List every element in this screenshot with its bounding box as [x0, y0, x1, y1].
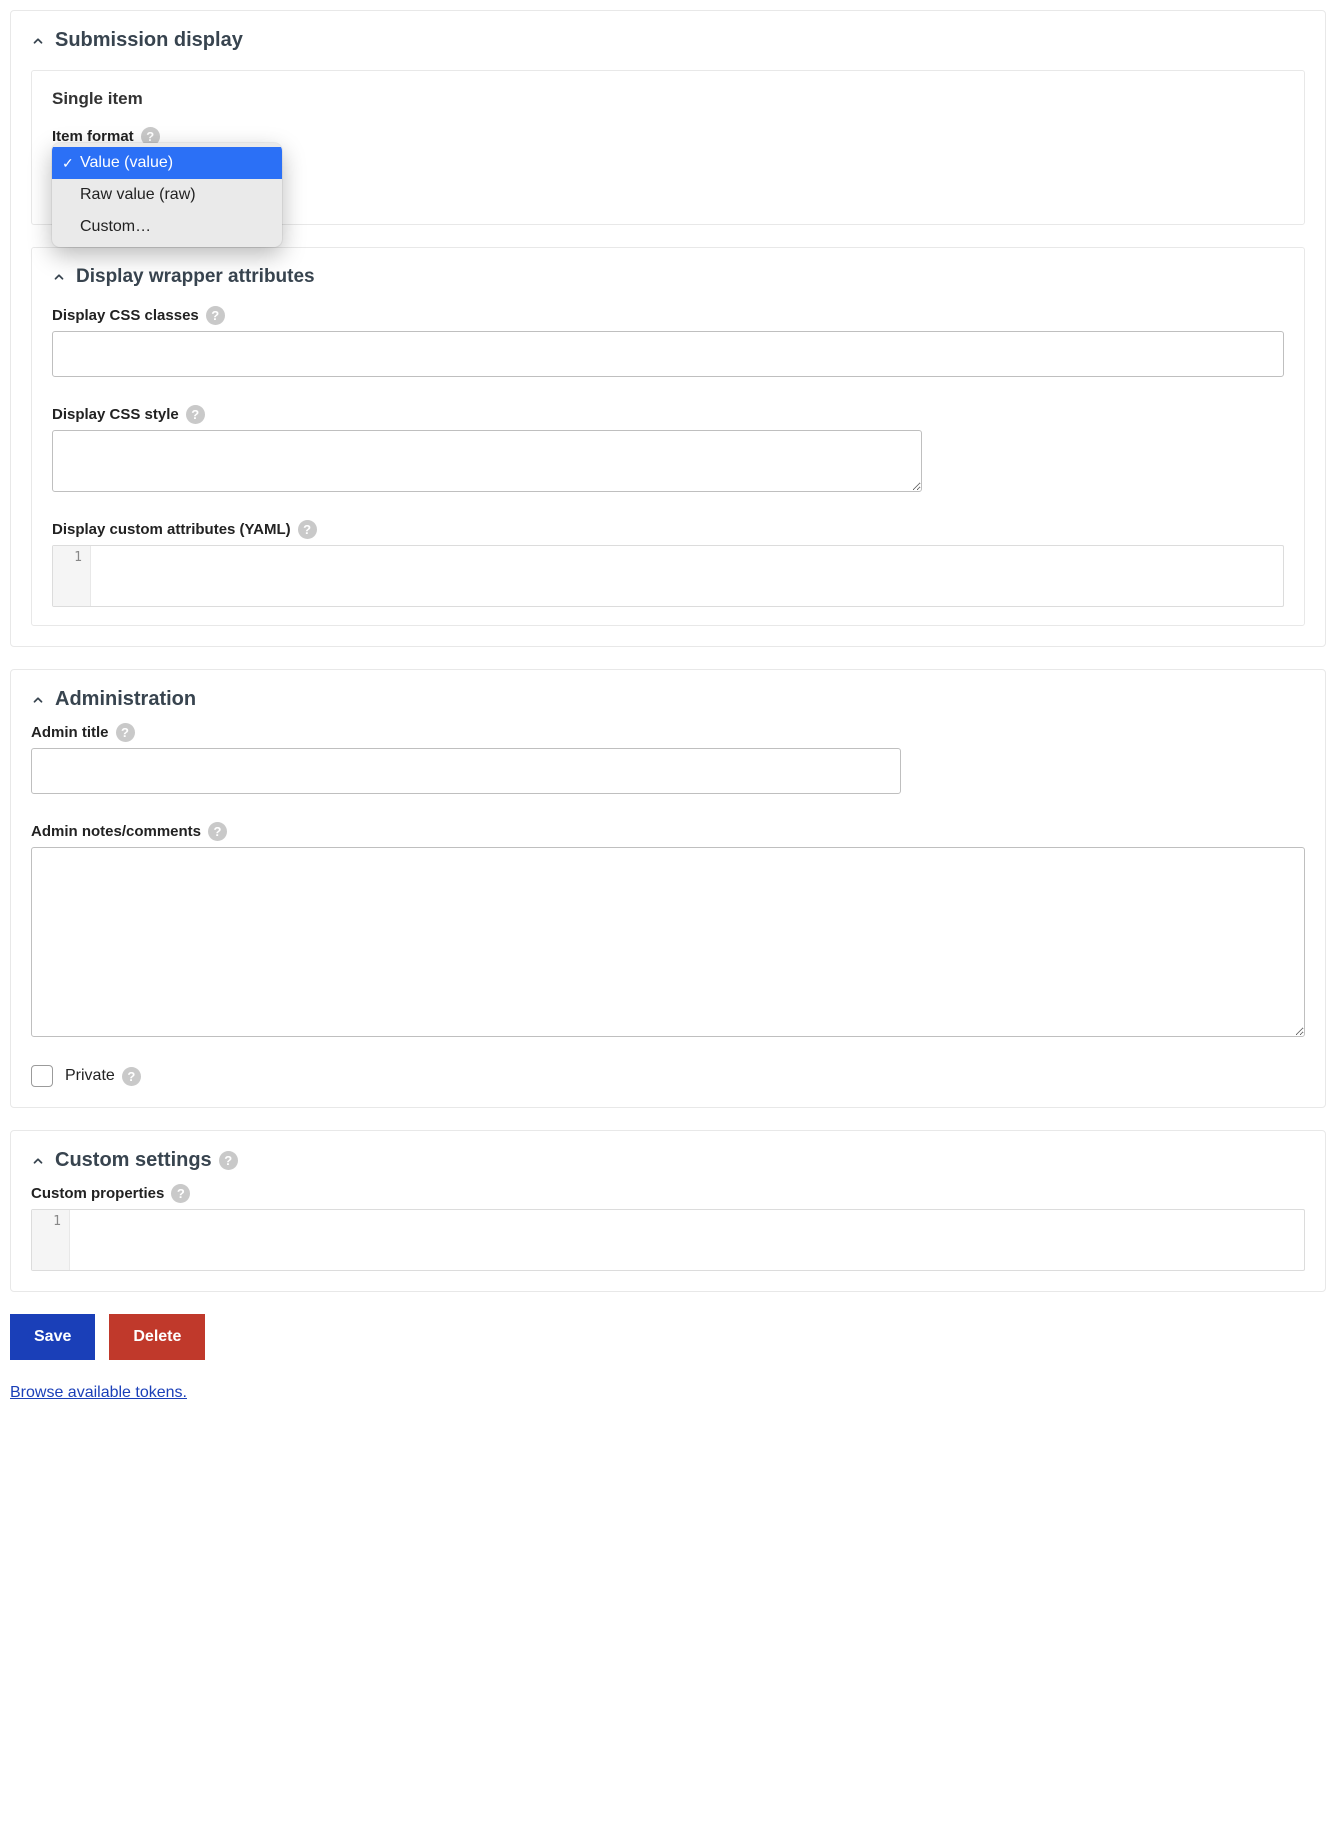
panel-header-custom-settings[interactable]: Custom settings ? — [31, 1131, 1305, 1184]
input-admin-notes[interactable] — [31, 847, 1305, 1037]
checkbox-private[interactable] — [31, 1065, 53, 1087]
panel-title: Display wrapper attributes — [76, 266, 315, 288]
save-button[interactable]: Save — [10, 1314, 95, 1360]
dropdown-option-label: Raw value (raw) — [80, 186, 196, 204]
input-admin-title[interactable] — [31, 748, 901, 794]
label-text: Display custom attributes (YAML) — [52, 521, 291, 538]
input-display-css-style[interactable] — [52, 430, 922, 492]
label-text: Display CSS style — [52, 406, 179, 423]
check-icon: ✓ — [62, 155, 80, 172]
dropdown-option-label: Custom… — [80, 218, 151, 236]
fieldset-display-wrapper: Display wrapper attributes Display CSS c… — [31, 247, 1305, 626]
input-display-css-classes[interactable] — [52, 331, 1284, 377]
panel-title: Submission display — [55, 29, 243, 52]
code-editor-custom-properties[interactable]: 1 — [31, 1209, 1305, 1271]
panel-header-display-wrapper[interactable]: Display wrapper attributes — [52, 266, 1284, 306]
panel-custom-settings: Custom settings ? Custom properties ? 1 — [10, 1130, 1326, 1292]
help-icon[interactable]: ? — [219, 1151, 238, 1170]
checkbox-private-label: Private — [65, 1067, 115, 1085]
checkbox-private-row: Private ? — [31, 1065, 1305, 1087]
label-text: Admin notes/comments — [31, 823, 201, 840]
fieldset-title: Single item — [52, 89, 1284, 109]
code-body[interactable] — [70, 1210, 1304, 1270]
label-text: Display CSS classes — [52, 307, 199, 324]
panel-header-administration[interactable]: Administration — [31, 670, 1305, 723]
code-gutter: 1 — [32, 1210, 70, 1270]
panel-header-submission-display[interactable]: Submission display — [31, 11, 1305, 64]
dropdown-option-value[interactable]: ✓ Value (value) — [52, 147, 282, 179]
chevron-up-icon — [31, 34, 45, 48]
panel-title: Administration — [55, 688, 196, 711]
chevron-up-icon — [31, 1154, 45, 1168]
help-icon[interactable]: ? — [186, 405, 205, 424]
panel-submission-display: Submission display Single item Item form… — [10, 10, 1326, 647]
help-icon[interactable]: ? — [208, 822, 227, 841]
help-icon[interactable]: ? — [298, 520, 317, 539]
label-admin-title: Admin title ? — [31, 723, 1305, 742]
code-gutter: 1 — [53, 546, 91, 606]
dropdown-option-label: Value (value) — [80, 154, 173, 172]
help-icon[interactable]: ? — [122, 1067, 141, 1086]
browse-tokens-link[interactable]: Browse available tokens. — [10, 1384, 187, 1402]
panel-title: Custom settings — [55, 1149, 212, 1172]
dropdown-option-raw[interactable]: Raw value (raw) — [52, 179, 282, 211]
delete-button[interactable]: Delete — [109, 1314, 205, 1360]
label-admin-notes: Admin notes/comments ? — [31, 822, 1305, 841]
code-body[interactable] — [91, 546, 1283, 606]
panel-administration: Administration Admin title ? Admin notes… — [10, 669, 1326, 1108]
label-text: Custom properties — [31, 1185, 164, 1202]
help-icon[interactable]: ? — [171, 1184, 190, 1203]
help-icon[interactable]: ? — [116, 723, 135, 742]
dropdown-option-custom[interactable]: Custom… — [52, 211, 282, 243]
help-icon[interactable]: ? — [206, 306, 225, 325]
chevron-up-icon — [52, 270, 66, 284]
label-display-css-style: Display CSS style ? — [52, 405, 1284, 424]
label-display-custom-attrs: Display custom attributes (YAML) ? — [52, 520, 1284, 539]
code-editor-display-custom-attrs[interactable]: 1 — [52, 545, 1284, 607]
label-text: Admin title — [31, 724, 109, 741]
label-display-css-classes: Display CSS classes ? — [52, 306, 1284, 325]
fieldset-single-item: Single item Item format ? ✓ Value (value… — [31, 70, 1305, 225]
item-format-dropdown: ✓ Value (value) Raw value (raw) Custom… — [52, 143, 282, 247]
action-button-row: Save Delete — [10, 1314, 1326, 1360]
chevron-up-icon — [31, 693, 45, 707]
label-custom-properties: Custom properties ? — [31, 1184, 1305, 1203]
